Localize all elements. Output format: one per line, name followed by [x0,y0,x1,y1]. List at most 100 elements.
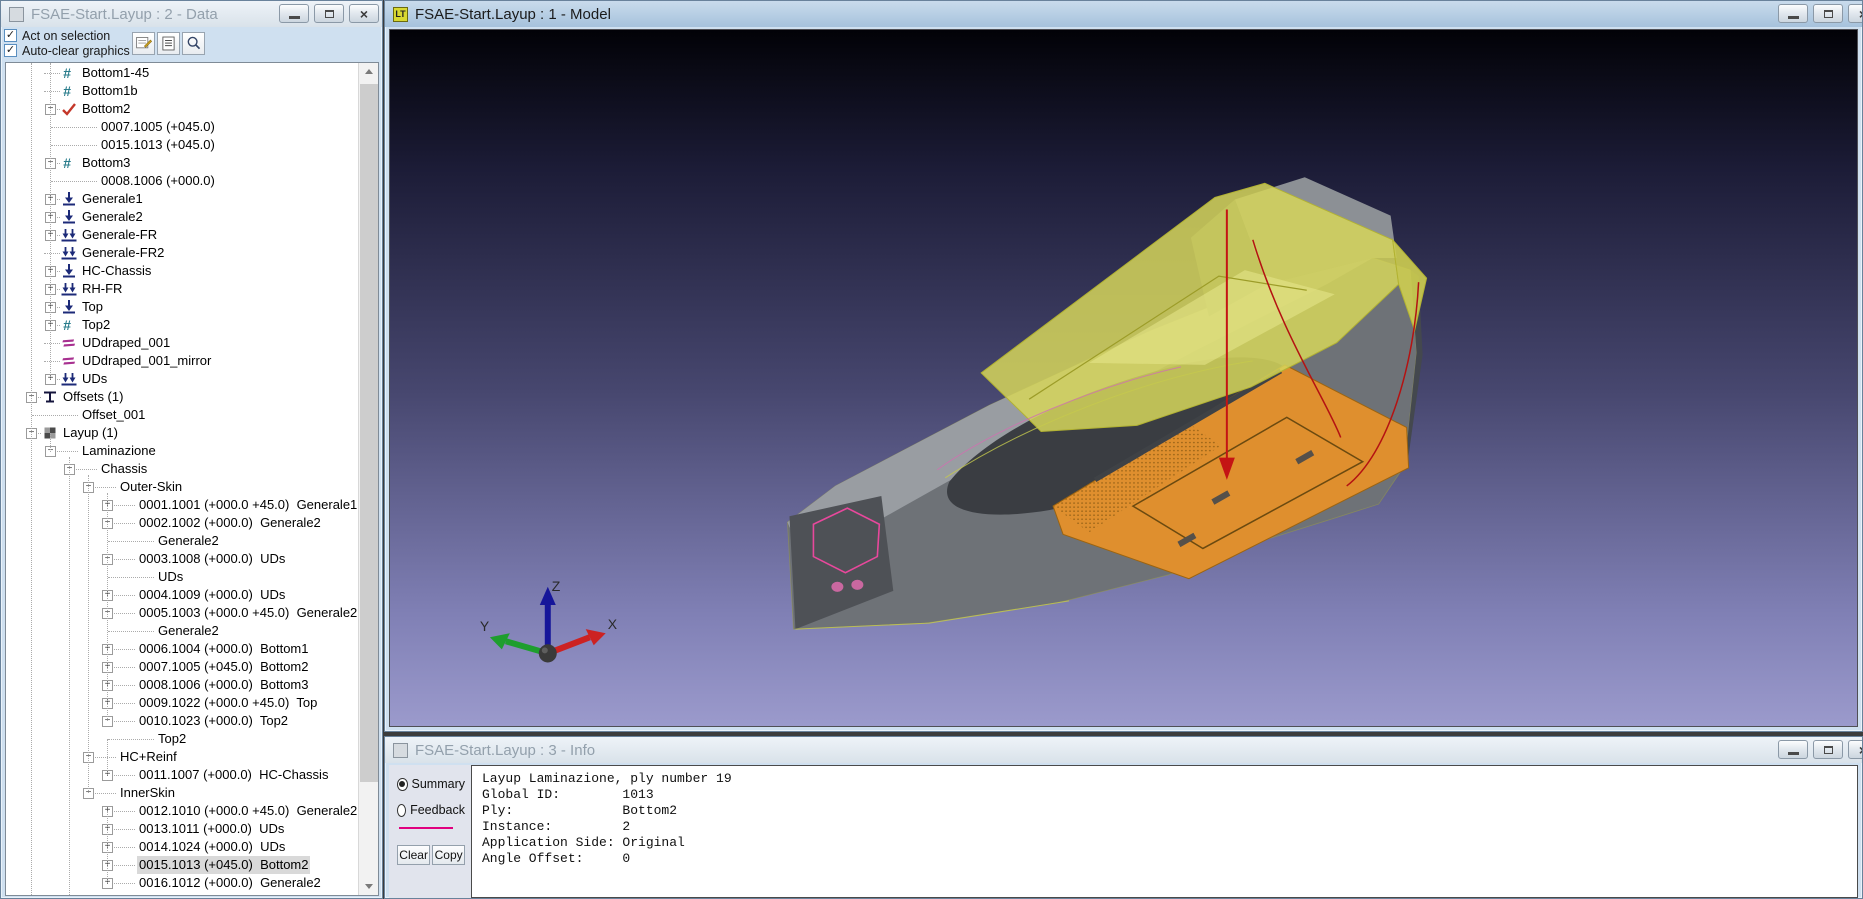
tree-item-label[interactable]: Generale2 [158,622,219,640]
tree-item-label[interactable]: 0009.1022 (+000.0 +45.0) Top [139,694,317,712]
checkbox-icon[interactable]: ✓ [4,44,17,57]
tree-item[interactable]: − Chassis [6,460,357,478]
minimize-button[interactable] [1778,740,1808,759]
tree-item-label[interactable]: 0015.1013 (+045.0) Bottom2 [137,856,311,874]
tree-item-label[interactable]: RH-FR [82,280,122,298]
tree-item-label[interactable]: HC+Reinf [120,748,177,766]
tree-item-label[interactable]: 0006.1004 (+000.0) Bottom1 [139,640,308,658]
tree-item[interactable]: +0012.1010 (+000.0 +45.0) Generale2 [6,802,357,820]
tree-item-label[interactable]: Bottom3 [82,154,130,172]
tree-item[interactable]: + HC-Chassis [6,262,357,280]
tree-item-label[interactable]: UDdraped_001 [82,334,170,352]
tree-item[interactable]: + Generale-FR [6,226,357,244]
tree-item[interactable]: − InnerSkin [6,784,357,802]
tree-item[interactable]: − # Bottom3 [6,154,357,172]
tree-item-label[interactable]: Top2 [158,730,186,748]
tree-item[interactable]: Generale2 [6,622,357,640]
tree-item-label[interactable]: UDdraped_001_mirror [82,352,211,370]
tree-item[interactable]: − Bottom2 [6,100,357,118]
tree-item-label[interactable]: 0012.1010 (+000.0 +45.0) Generale2 [139,802,357,820]
tree-item-label[interactable]: HC-Chassis [82,262,151,280]
model-window-titlebar[interactable]: LT FSAE-Start.Layup : 1 - Model × [385,1,1862,27]
radio-feedback[interactable]: Feedback [397,801,465,819]
tree-item[interactable]: +0014.1024 (+000.0) UDs [6,838,357,856]
tree-item[interactable]: +0006.1004 (+000.0) Bottom1 [6,640,357,658]
tree-item-label[interactable]: Bottom2 [82,100,130,118]
close-button[interactable]: × [1848,4,1862,23]
tree-item-label[interactable]: 0004.1009 (+000.0) UDs [139,586,285,604]
tree-item-label[interactable]: Generale2 [158,532,219,550]
data-window-titlebar[interactable]: FSAE-Start.Layup : 2 - Data × [1,1,382,27]
tree-item-label[interactable]: Outer-Skin [120,478,182,496]
tree-item-label[interactable]: 0008.1006 (+000.0) Bottom3 [139,676,308,694]
checkbox-icon[interactable]: ✓ [4,29,17,42]
tree-item-label[interactable]: 0001.1001 (+000.0 +45.0) Generale1 [139,496,357,514]
tree-item-label[interactable]: 0015.1013 (+045.0) [101,136,215,154]
tree-item[interactable]: +0007.1005 (+045.0) Bottom2 [6,658,357,676]
tree-item[interactable]: UDdraped_001 [6,334,357,352]
tree-item[interactable]: +0015.1013 (+045.0) Bottom2 [6,856,357,874]
copy-button[interactable]: Copy [432,845,465,865]
tree-item-label[interactable]: Offset_001 [82,406,145,424]
tree-item[interactable]: + Generale2 [6,208,357,226]
tree-item-label[interactable]: 0003.1008 (+000.0) UDs [139,550,285,568]
tree-item[interactable]: − Outer-Skin [6,478,357,496]
info-window-titlebar[interactable]: FSAE-Start.Layup : 3 - Info × [385,737,1862,763]
tree-item[interactable]: + # Top2 [6,316,357,334]
maximize-button[interactable] [1813,4,1843,23]
tree-item[interactable]: UDs [6,568,357,586]
tree-item[interactable]: + Generale1 [6,190,357,208]
scroll-down-icon[interactable] [359,878,379,895]
tree-item[interactable]: Top2 [6,730,357,748]
tree-item-label[interactable]: 0007.1005 (+045.0) [101,118,215,136]
tree-item[interactable]: Offset_001 [6,406,357,424]
tree-item-label[interactable]: InnerSkin [120,784,175,802]
close-button[interactable]: × [1848,740,1862,759]
minimize-button[interactable] [1778,4,1808,23]
tree-item-label[interactable]: UDs [82,370,107,388]
report-button[interactable] [157,32,180,55]
tree-item-label[interactable]: 0010.1023 (+000.0) Top2 [139,712,288,730]
tree-item-label[interactable]: 0007.1005 (+045.0) Bottom2 [139,658,308,676]
tree-item-label[interactable]: Chassis [101,460,147,478]
tree-item[interactable]: + RH-FR [6,280,357,298]
tree-item[interactable]: # Bottom1-45 [6,64,357,82]
tree-item[interactable]: −0002.1002 (+000.0) Generale2 [6,514,357,532]
tree-item[interactable]: −0005.1003 (+000.0 +45.0) Generale2 [6,604,357,622]
tree-item[interactable]: +0001.1001 (+000.0 +45.0) Generale1 [6,496,357,514]
tree-item[interactable]: + Top [6,298,357,316]
tree-item[interactable]: 0015.1013 (+045.0) [6,136,357,154]
tree-item[interactable]: +RH [6,892,357,895]
tree-item[interactable]: UDdraped_001_mirror [6,352,357,370]
edit-properties-button[interactable] [132,32,155,55]
tree-item-label[interactable]: 0005.1003 (+000.0 +45.0) Generale2 [139,604,357,622]
scrollbar-thumb[interactable] [360,84,378,782]
tree-item-label[interactable]: 0013.1011 (+000.0) UDs [139,820,284,838]
tree-item-label[interactable]: 0011.1007 (+000.0) HC-Chassis [139,766,328,784]
tree-item[interactable]: +0011.1007 (+000.0) HC-Chassis [6,766,357,784]
tree-scrollbar[interactable] [358,63,378,895]
search-button[interactable] [182,32,205,55]
tree-item[interactable]: −0003.1008 (+000.0) UDs [6,550,357,568]
scroll-up-icon[interactable] [359,63,379,80]
tree-item-label[interactable]: 0002.1002 (+000.0) Generale2 [139,514,321,532]
tree-item[interactable]: +0013.1011 (+000.0) UDs [6,820,357,838]
tree-item[interactable]: − Laminazione [6,442,357,460]
radio-icon[interactable] [397,777,408,791]
tree-item-label[interactable]: Generale-FR [82,226,157,244]
model-viewport[interactable]: Z Y X [389,29,1858,727]
tree-item[interactable]: +0004.1009 (+000.0) UDs [6,586,357,604]
tree-item-label[interactable]: 0016.1012 (+000.0) Generale2 [139,874,321,892]
minimize-button[interactable] [279,4,309,23]
tree-item-label[interactable]: 0014.1024 (+000.0) UDs [139,838,285,856]
maximize-button[interactable] [314,4,344,23]
tree-item-label[interactable]: Laminazione [82,442,156,460]
tree-item[interactable]: − Layup (1) [6,424,357,442]
tree-item[interactable]: # Bottom1b [6,82,357,100]
tree-item-label[interactable]: Generale2 [82,208,143,226]
tree-item-label[interactable]: Top [82,298,103,316]
tree-item-label[interactable]: Generale-FR2 [82,244,164,262]
tree-item-label[interactable]: Bottom1-45 [82,64,149,82]
tree-item-label[interactable]: UDs [158,568,183,586]
tree-item[interactable]: 0008.1006 (+000.0) [6,172,357,190]
